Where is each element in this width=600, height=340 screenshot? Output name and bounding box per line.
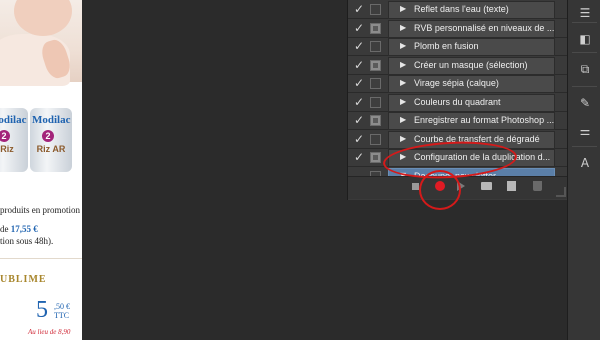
- dialog-toggle-icon[interactable]: [370, 4, 381, 15]
- promo-price-line: de 17,55 €: [0, 224, 38, 234]
- trash-icon[interactable]: [533, 181, 542, 191]
- toggle-check-icon[interactable]: ✓: [352, 57, 366, 73]
- action-name: Créer un masque (sélection): [414, 59, 528, 70]
- action-row[interactable]: ✓ ▶ Reflet dans l'eau (texte): [348, 0, 568, 19]
- action-row[interactable]: ✓ ▶ RVB personnalisé en niveaux de ...: [348, 19, 568, 38]
- action-name: Virage sépia (calque): [414, 78, 499, 88]
- toggle-check-icon[interactable]: ✓: [352, 20, 366, 36]
- product-can-2: Modilac 2 Riz AR: [30, 108, 72, 172]
- collapsed-triangle-icon[interactable]: ▶: [400, 113, 406, 127]
- 3d-icon[interactable]: ◧: [577, 32, 593, 46]
- price-ttc: TTC: [54, 311, 70, 320]
- can-badge: 2: [42, 130, 54, 142]
- section-title: UBLIME: [0, 274, 47, 285]
- action-row[interactable]: ✓ ▶ Configuration de la duplication d...: [348, 148, 568, 167]
- collapsed-triangle-icon[interactable]: ▶: [400, 150, 406, 164]
- collapsed-triangle-icon[interactable]: ▶: [400, 76, 406, 90]
- actions-footer: [348, 176, 568, 199]
- dialog-toggle-icon[interactable]: [370, 22, 381, 34]
- can-brand-label: Modilac: [32, 114, 71, 126]
- product-can-1: Modilac 2 Riz: [0, 108, 28, 172]
- baby-photo: [0, 0, 82, 86]
- action-row[interactable]: ✓ ▶ Couleurs du quadrant: [348, 93, 568, 112]
- action-name: Couleurs du quadrant: [414, 96, 501, 107]
- collapsed-triangle-icon[interactable]: ▶: [400, 95, 406, 109]
- action-row[interactable]: ✓ ▶ Courbe de transfert de dégradé: [348, 130, 568, 149]
- divider: [0, 258, 82, 259]
- toggle-check-icon[interactable]: ✓: [352, 112, 366, 128]
- can-variant: Riz AR: [36, 144, 66, 154]
- dock-divider: [572, 52, 597, 53]
- dialog-toggle-icon[interactable]: [370, 96, 381, 108]
- collapsed-triangle-icon[interactable]: ▶: [400, 39, 406, 53]
- webpage-preview: Modilac 2 Riz Modilac 2 Riz AR produits …: [0, 0, 82, 340]
- action-row[interactable]: ✓ ▶ Virage sépia (calque): [348, 74, 568, 93]
- play-icon[interactable]: [457, 181, 465, 191]
- toggle-check-icon[interactable]: ✓: [352, 131, 366, 147]
- toggle-check-icon[interactable]: ✓: [352, 38, 366, 54]
- can-badge: 2: [0, 130, 10, 142]
- action-name: Reflet dans l'eau (texte): [414, 4, 509, 14]
- folder-icon[interactable]: [481, 182, 492, 190]
- action-name: RVB personnalisé en niveaux de ...: [414, 22, 554, 33]
- clone-source-icon[interactable]: ⧉: [577, 62, 593, 76]
- dialog-toggle-icon[interactable]: [370, 41, 381, 52]
- promo-price: 17,55 €: [10, 224, 38, 234]
- action-name: Plomb en fusion: [414, 41, 479, 51]
- actions-panel: ✓ ▶ Reflet dans l'eau (texte) ✓ ▶ RVB personn…: [347, 0, 569, 200]
- adjustments-icon[interactable]: ⚌: [577, 124, 593, 138]
- resize-grip[interactable]: [556, 187, 566, 197]
- toggle-check-icon[interactable]: ✓: [352, 75, 366, 91]
- toggle-check-icon[interactable]: ✓: [352, 149, 366, 165]
- collapsed-triangle-icon[interactable]: ▶: [400, 58, 406, 72]
- promo-text: produits en promotion: [0, 205, 80, 215]
- price-main: 5: [36, 297, 48, 323]
- dialog-toggle-icon[interactable]: [370, 133, 381, 145]
- character-icon[interactable]: A: [577, 156, 593, 170]
- dock-divider: [572, 146, 597, 147]
- dialog-toggle-icon[interactable]: [370, 78, 381, 89]
- dock-divider: [572, 86, 597, 87]
- toggle-check-icon[interactable]: ✓: [352, 1, 366, 17]
- dialog-toggle-icon[interactable]: [370, 115, 381, 126]
- collapsed-triangle-icon[interactable]: ▶: [400, 2, 406, 16]
- delivery-text: tion sous 48h).: [0, 236, 54, 246]
- can-brand-label: Modilac: [0, 114, 27, 126]
- can-variant: Riz: [0, 144, 14, 154]
- panel-dock: ☰ ◧ ⧉ ✎ ⚌ A: [567, 0, 600, 340]
- stop-icon[interactable]: [412, 183, 419, 190]
- promo-prefix: de: [0, 224, 11, 234]
- dialog-toggle-icon[interactable]: [370, 59, 381, 71]
- action-name: Courbe de transfert de dégradé: [414, 133, 540, 144]
- layers-icon[interactable]: ☰: [577, 6, 593, 20]
- dock-divider: [572, 22, 597, 23]
- collapsed-triangle-icon[interactable]: ▶: [400, 132, 406, 146]
- action-row[interactable]: ✓ ▶ Créer un masque (sélection): [348, 56, 568, 75]
- dialog-toggle-icon[interactable]: [370, 152, 381, 163]
- toggle-check-icon[interactable]: ✓: [352, 94, 366, 110]
- collapsed-triangle-icon[interactable]: ▶: [400, 21, 406, 35]
- action-name: Enregistrer au format Photoshop ...: [414, 115, 554, 125]
- price-old: Au lieu de 8,90: [28, 328, 71, 336]
- action-row[interactable]: ✓ ▶ Plomb en fusion: [348, 37, 568, 56]
- new-action-icon[interactable]: [507, 181, 516, 191]
- price-cents: ,50 €: [54, 302, 70, 311]
- action-row[interactable]: ✓ ▶ Enregistrer au format Photoshop ...: [348, 111, 568, 130]
- brush-presets-icon[interactable]: ✎: [577, 96, 593, 110]
- record-icon[interactable]: [435, 181, 445, 191]
- action-name: Configuration de la duplication d...: [414, 152, 551, 162]
